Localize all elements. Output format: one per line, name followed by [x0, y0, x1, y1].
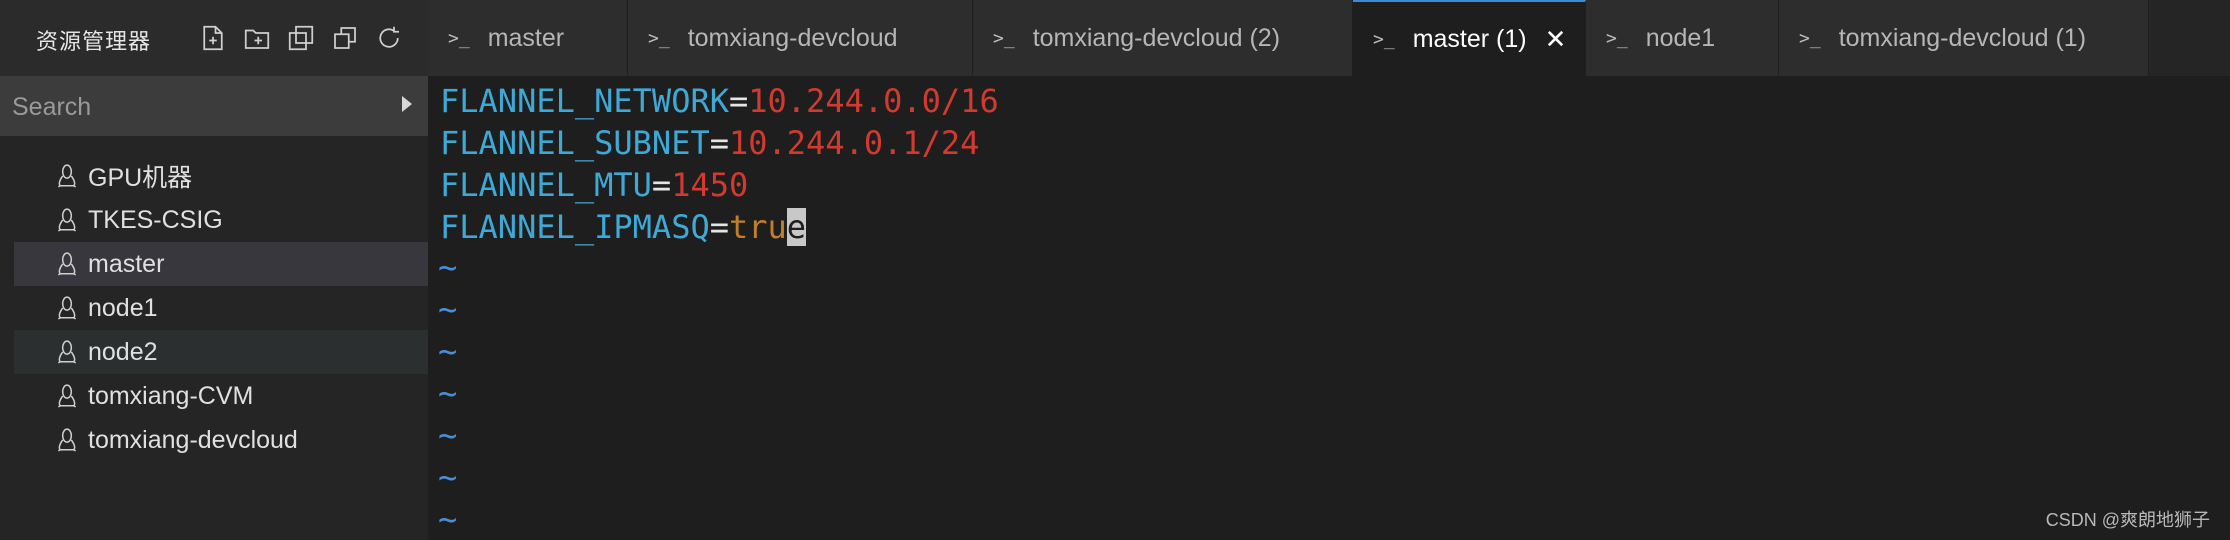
empty-line-tilde: ~ [438, 458, 458, 496]
host-item-tomxiang-devcloud[interactable]: tomxiang-devcloud [14, 418, 428, 462]
equals-sign: = [651, 166, 672, 204]
restore-window-button[interactable] [330, 22, 360, 54]
empty-line-tilde: ~ [438, 500, 458, 538]
tab-master[interactable]: >_ master [428, 0, 628, 76]
host-item-tkes-csig[interactable]: TKES-CSIG [14, 198, 428, 242]
equals-sign: = [709, 208, 729, 246]
config-key: FLANNEL_MTU [440, 166, 652, 204]
linux-penguin-icon [57, 252, 77, 276]
config-value: 10.244.0.1/24 [728, 124, 980, 162]
host-item-node2[interactable]: node2 [14, 330, 428, 374]
config-value: 10.244.0.0/16 [748, 82, 999, 120]
config-key: FLANNEL_NETWORK [440, 82, 729, 120]
close-icon[interactable]: ✕ [1545, 24, 1567, 55]
linux-penguin-icon [57, 164, 77, 188]
refresh-button[interactable] [374, 22, 404, 54]
tab-label: node1 [1645, 23, 1716, 52]
new-folder-button[interactable] [242, 22, 272, 54]
host-item-master[interactable]: master [14, 242, 428, 286]
host-label: TKES-CSIG [88, 205, 223, 234]
tab-tomxiang-devcloud-2[interactable]: >_ tomxiang-devcloud (2) [973, 0, 1353, 76]
host-label: node1 [88, 293, 158, 322]
linux-penguin-icon [57, 340, 77, 364]
linux-penguin-icon [57, 384, 77, 408]
terminal-icon: >_ [648, 27, 670, 49]
config-line: FLANNEL_MTU=1450 [440, 164, 748, 206]
new-file-icon [203, 25, 223, 51]
search-input[interactable] [10, 90, 374, 124]
restore-window-icon [334, 27, 356, 49]
empty-line-tilde: ~ [438, 332, 458, 370]
terminal-icon: >_ [1799, 27, 1821, 49]
linux-penguin-icon [57, 208, 77, 232]
linux-penguin-icon [57, 428, 77, 452]
tab-master-1[interactable]: >_ master (1) ✕ [1353, 0, 1586, 76]
config-value: 1450 [671, 166, 749, 204]
expand-arrow-icon[interactable] [402, 96, 412, 112]
terminal-editor[interactable]: FLANNEL_NETWORK=10.244.0.0/16 FLANNEL_SU… [428, 76, 2230, 540]
tab-bar: >_ master >_ tomxiang-devcloud >_ tomxia… [428, 0, 2149, 76]
tab-label: master (1) [1412, 24, 1527, 53]
top-bar: 资源管理器 >_ master >_ tomxiang-devcloud >_ … [0, 0, 2230, 76]
host-label: master [88, 249, 165, 278]
empty-line-tilde: ~ [438, 374, 458, 412]
host-item-node1[interactable]: node1 [14, 286, 428, 330]
refresh-icon [379, 26, 399, 48]
config-line: FLANNEL_NETWORK=10.244.0.0/16 [440, 80, 999, 122]
terminal-icon: >_ [1606, 27, 1628, 49]
host-label: tomxiang-devcloud [88, 425, 298, 454]
copy-button[interactable] [286, 22, 316, 54]
watermark: CSDN @爽朗地狮子 [2045, 510, 2210, 530]
search-box [0, 76, 428, 136]
new-file-button[interactable] [198, 22, 228, 54]
explorer-title: 资源管理器 [36, 29, 152, 54]
host-label: tomxiang-CVM [88, 381, 254, 410]
sidebar: GPU机器 TKES-CSIG master node1 node2 [0, 76, 428, 540]
explorer-header: 资源管理器 [0, 0, 428, 76]
text-cursor: e [786, 208, 807, 246]
empty-line-tilde: ~ [438, 248, 458, 286]
empty-line-tilde: ~ [438, 416, 458, 454]
host-label: GPU机器 [88, 164, 193, 192]
config-line: FLANNEL_IPMASQ=true [440, 206, 807, 248]
tab-node1[interactable]: >_ node1 [1586, 0, 1779, 76]
copy-icon [288, 25, 314, 51]
tab-tomxiang-devcloud[interactable]: >_ tomxiang-devcloud [628, 0, 973, 76]
tab-label: master [487, 23, 565, 52]
host-label: node2 [88, 337, 158, 366]
empty-line-tilde: ~ [438, 290, 458, 328]
terminal-icon: >_ [1373, 28, 1395, 50]
config-key: FLANNEL_IPMASQ [440, 208, 710, 246]
host-list: GPU机器 TKES-CSIG master node1 node2 tomxi… [14, 154, 428, 462]
equals-sign: = [709, 124, 729, 162]
config-value: true [728, 208, 807, 246]
tab-label: tomxiang-devcloud (1) [1838, 23, 2087, 52]
explorer-actions [198, 22, 404, 54]
tab-label: tomxiang-devcloud (2) [1032, 23, 1281, 52]
host-item-tomxiang-cvm[interactable]: tomxiang-CVM [14, 374, 428, 418]
linux-penguin-icon [57, 296, 77, 320]
equals-sign: = [728, 82, 749, 120]
config-key: FLANNEL_SUBNET [440, 124, 710, 162]
terminal-icon: >_ [448, 27, 470, 49]
config-line: FLANNEL_SUBNET=10.244.0.1/24 [440, 122, 979, 164]
new-folder-icon [244, 29, 270, 49]
tab-tomxiang-devcloud-1[interactable]: >_ tomxiang-devcloud (1) [1779, 0, 2149, 76]
tab-label: tomxiang-devcloud [687, 23, 898, 52]
host-item-gpu[interactable]: GPU机器 [14, 154, 428, 198]
terminal-icon: >_ [993, 27, 1015, 49]
